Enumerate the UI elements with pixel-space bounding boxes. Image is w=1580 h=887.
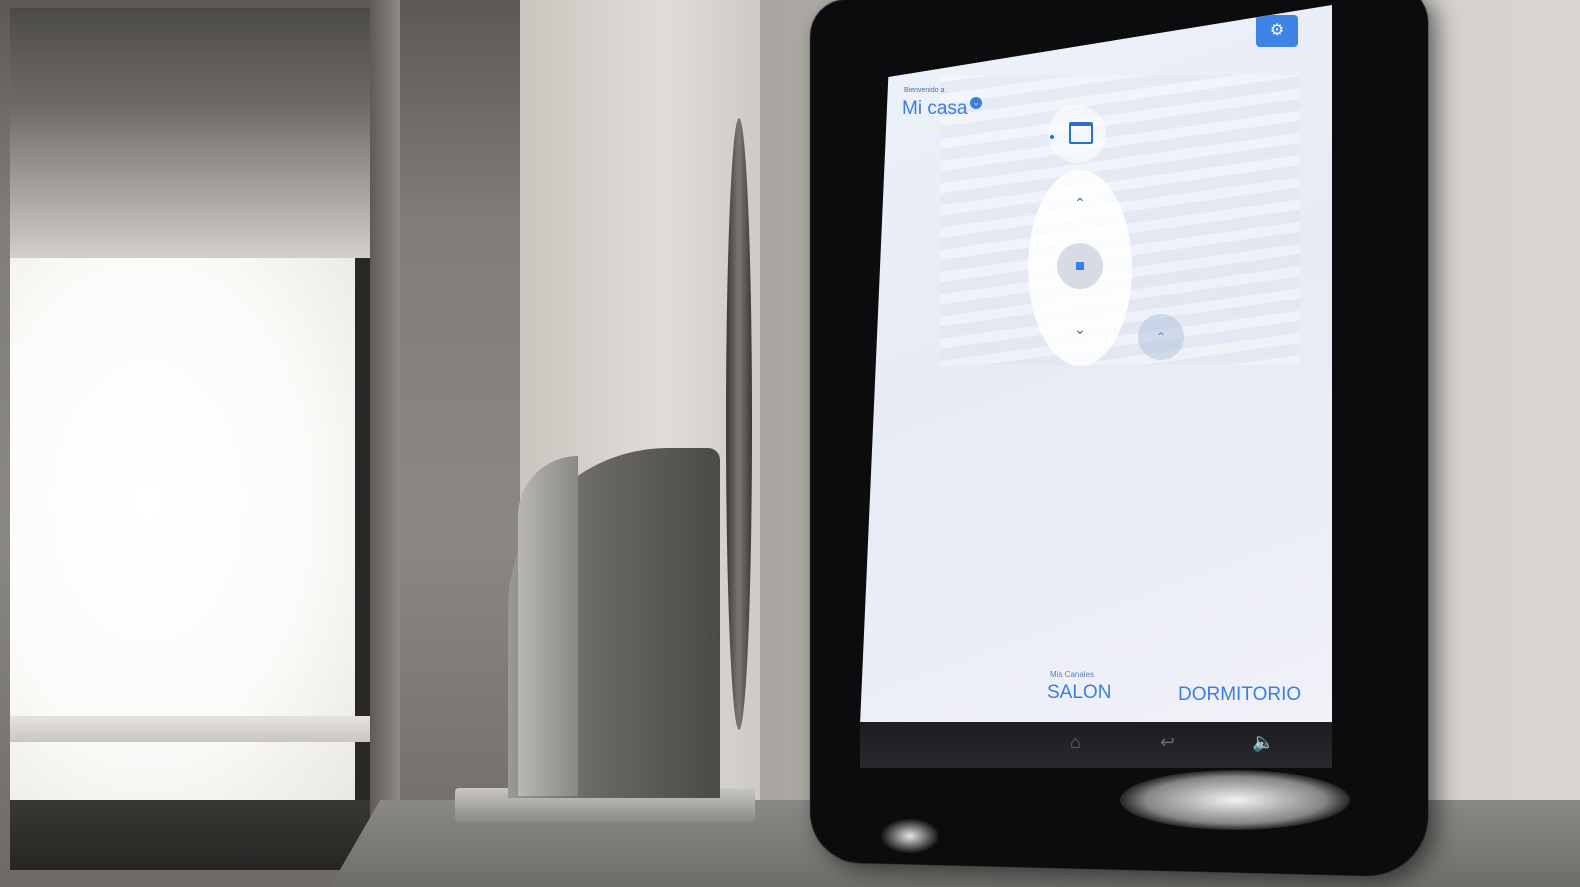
window-sill — [10, 800, 375, 870]
device-indicator-dot — [1050, 135, 1054, 139]
chevron-up-icon: ⌃ — [1155, 330, 1167, 344]
roller-blind — [10, 8, 395, 258]
volume-icon[interactable]: 🔈 — [1252, 732, 1274, 753]
back-icon[interactable]: ↩ — [1160, 732, 1175, 753]
screen-glare — [1120, 770, 1350, 830]
greeting-label: Bienvenido a — [904, 87, 945, 94]
blind-down-button[interactable]: ⌄ — [1070, 321, 1090, 338]
photo-scene: Bienvenido a Mi casa ⌄ ⚙ ⌃ ⌄ ⌃ Mis Canal… — [0, 0, 1580, 887]
settings-button[interactable]: ⚙ — [1256, 15, 1298, 47]
blind-up-button[interactable]: ⌃ — [1070, 195, 1090, 212]
stop-icon — [1076, 262, 1084, 270]
chevron-down-icon[interactable]: ⌄ — [970, 97, 982, 109]
home-icon[interactable]: ⌂ — [1070, 732, 1081, 753]
screen-glare-small — [880, 818, 940, 854]
tab-salon[interactable]: SALON — [1047, 682, 1111, 704]
window-icon — [1069, 122, 1093, 144]
channels-caption: Mis Canales — [1050, 670, 1095, 679]
tab-dormitorio[interactable]: DORMITORIO — [1178, 684, 1301, 706]
blind-bottom-bar — [10, 716, 370, 742]
wall-mirror — [726, 118, 752, 730]
hub-rim — [518, 456, 578, 796]
favorite-position-button[interactable]: ⌃ — [1138, 314, 1184, 360]
home-selector[interactable]: Mi casa — [902, 98, 967, 120]
android-nav-bar: ⌂ ↩ 🔈 — [860, 722, 1332, 768]
tablet-screen: Bienvenido a Mi casa ⌄ ⚙ ⌃ ⌄ ⌃ Mis Canal… — [860, 5, 1332, 725]
gear-icon: ⚙ — [1269, 22, 1285, 39]
wall-corner — [370, 0, 400, 887]
